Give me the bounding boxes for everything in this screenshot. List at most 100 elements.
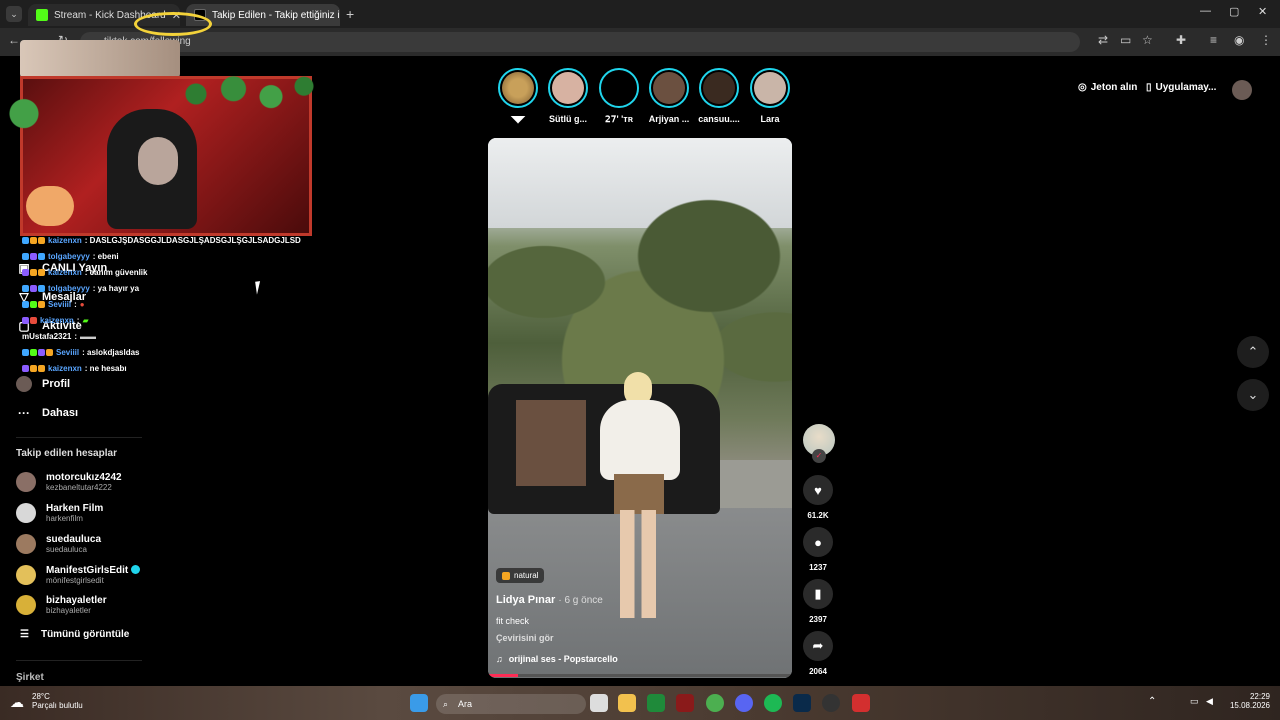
- file-explorer-icon[interactable]: [618, 694, 636, 712]
- followed-check-icon[interactable]: ✓: [812, 449, 826, 463]
- translate-icon[interactable]: ⇄: [1098, 33, 1108, 47]
- windows-start-icon[interactable]: [410, 694, 428, 712]
- next-video-button[interactable]: ⌄: [1237, 379, 1269, 411]
- story-avatar: [703, 72, 735, 104]
- story-bird-icon: ◥◤: [511, 114, 525, 124]
- app-icon[interactable]: [676, 694, 694, 712]
- verified-icon: [131, 565, 141, 574]
- app-icon[interactable]: [852, 694, 870, 712]
- coin-icon: ◎: [1078, 82, 1087, 93]
- story-item[interactable]: Arjiyan ...: [647, 68, 691, 124]
- video-music[interactable]: ♫ orijinal ses - Popstarcello: [496, 654, 618, 664]
- followed-account[interactable]: bizhayaletler bizhayaletler: [16, 590, 206, 620]
- save-button[interactable]: ▮ 2397: [802, 579, 834, 624]
- music-note-icon: ♫: [496, 654, 503, 664]
- chat-user: kaizenxn: [48, 236, 82, 245]
- clock[interactable]: 22:29 15.08.2026: [1216, 692, 1270, 710]
- chat-user: Seviiil: [56, 348, 80, 357]
- see-all-link[interactable]: ☰ Tümünü görüntüle: [20, 629, 129, 640]
- taskbar-search[interactable]: ⌕ Ara: [436, 694, 586, 714]
- chat-text: :: [74, 332, 78, 341]
- address-bar[interactable]: tiktok.com/following: [80, 32, 1080, 52]
- video-author[interactable]: Lidya Pınar · 6 g önce: [496, 594, 603, 606]
- chat-text: : ne hesabı: [84, 364, 127, 373]
- comment-count: 1237: [809, 563, 827, 572]
- video-progress[interactable]: [488, 674, 792, 677]
- story-item[interactable]: Sütlü g...: [546, 68, 590, 124]
- get-coins-button[interactable]: ◎ Jeton alın: [1078, 82, 1137, 93]
- tray-chevron-icon[interactable]: ⌃: [1148, 696, 1156, 707]
- task-view-icon[interactable]: [590, 694, 608, 712]
- maximize-button[interactable]: ▢: [1229, 5, 1239, 18]
- company-section[interactable]: Şirket: [16, 672, 44, 683]
- chrome-icon[interactable]: [706, 694, 724, 712]
- reading-list-icon[interactable]: ≡: [1210, 33, 1217, 47]
- volume-icon[interactable]: ◀: [1206, 696, 1213, 707]
- share-count: 2064: [809, 667, 827, 676]
- nav-more[interactable]: ··· Dahası: [16, 405, 78, 421]
- account-handle: suedauluca: [46, 545, 87, 554]
- coins-label: Jeton alın: [1090, 82, 1138, 93]
- mouse-cursor: [255, 280, 267, 295]
- chevron-up-icon: ⌃: [1247, 344, 1259, 359]
- story-label: 𝟤𝟩' 'ᴛʀ: [605, 114, 633, 124]
- network-icon[interactable]: ▭: [1190, 696, 1199, 707]
- like-button[interactable]: ♥ 61.2K: [802, 475, 834, 520]
- profile-icon[interactable]: ◉: [1234, 33, 1244, 47]
- back-icon[interactable]: ←: [8, 33, 20, 47]
- story-item[interactable]: Lara: [748, 68, 792, 124]
- cast-icon[interactable]: ▭: [1120, 33, 1131, 47]
- video-player[interactable]: natural Lidya Pınar · 6 g önce fit check…: [488, 138, 792, 678]
- story-item[interactable]: 𝟤𝟩' 'ᴛʀ: [597, 68, 641, 125]
- photoshop-icon[interactable]: [793, 694, 811, 712]
- bookmark-star-icon[interactable]: ☆: [1142, 33, 1153, 47]
- extensions-icon[interactable]: ✚: [1176, 33, 1186, 47]
- chat-badges: [22, 301, 45, 308]
- get-app-button[interactable]: ▯ Uygulamay...: [1146, 82, 1216, 93]
- chat-message: Seviiil: ●: [22, 300, 85, 309]
- minimize-button[interactable]: —: [1200, 5, 1211, 17]
- weather-widget[interactable]: ☁ 28°C Parçalı bulutlu: [10, 692, 83, 710]
- story-item[interactable]: cansuu....: [697, 68, 741, 124]
- chat-text: : DASLGJŞDASGGJLDASGJLŞADSGJLŞGJLSADGJLS…: [84, 236, 301, 245]
- divider: [16, 437, 142, 438]
- effect-tag[interactable]: natural: [496, 568, 545, 583]
- weather-text: Parçalı bulutlu: [32, 701, 83, 710]
- see-all-label: Tümünü görüntüle: [40, 629, 130, 640]
- followed-account[interactable]: Harken Film harkenfilm: [16, 498, 206, 528]
- new-tab-button[interactable]: +: [346, 6, 354, 22]
- comment-button[interactable]: ● 1237: [802, 527, 834, 572]
- close-window-button[interactable]: ✕: [1258, 5, 1267, 18]
- video-progress-fill: [488, 674, 519, 677]
- vine-decoration: [166, 68, 316, 120]
- translate-link[interactable]: Çevirisini gör: [496, 633, 554, 643]
- discord-icon[interactable]: [735, 694, 753, 712]
- story-item[interactable]: ◥◤: [496, 68, 540, 125]
- chat-user: mUstafa2321: [22, 332, 72, 341]
- emote-icon: ●: [79, 300, 85, 309]
- account-handle: kezbaneltutar4222: [46, 483, 112, 492]
- obs-icon[interactable]: [822, 694, 840, 712]
- streamer-face: [138, 137, 178, 185]
- weather-icon: ☁: [10, 694, 24, 710]
- app-icon[interactable]: [647, 694, 665, 712]
- kick-icon: [36, 9, 48, 21]
- effect-label: natural: [514, 571, 539, 580]
- chat-user: kaizenxn: [40, 316, 74, 325]
- tab-search-icon[interactable]: ⌄: [6, 6, 22, 22]
- search-icon: ⌕: [443, 699, 449, 709]
- user-avatar[interactable]: [1232, 80, 1252, 100]
- chat-badges: [22, 237, 45, 244]
- nav-profile[interactable]: Profil: [16, 376, 70, 392]
- followed-account[interactable]: suedauluca suedauluca: [16, 529, 206, 559]
- share-button[interactable]: ➦ 2064: [802, 631, 834, 676]
- menu-icon[interactable]: ⋮: [1260, 33, 1272, 47]
- followed-account[interactable]: ManifestGirlsEdit mönifestgirlsedit: [16, 560, 206, 590]
- account-name: bizhayaletler: [46, 595, 107, 606]
- previous-video-button[interactable]: ⌃: [1237, 336, 1269, 368]
- chat-message: kaizenxn: ▰: [22, 316, 89, 325]
- phone-icon: ▯: [1146, 82, 1152, 93]
- followed-account[interactable]: motorcukız4242 kezbaneltutar4222: [16, 467, 206, 497]
- chat-badges: [22, 285, 45, 292]
- spotify-icon[interactable]: [764, 694, 782, 712]
